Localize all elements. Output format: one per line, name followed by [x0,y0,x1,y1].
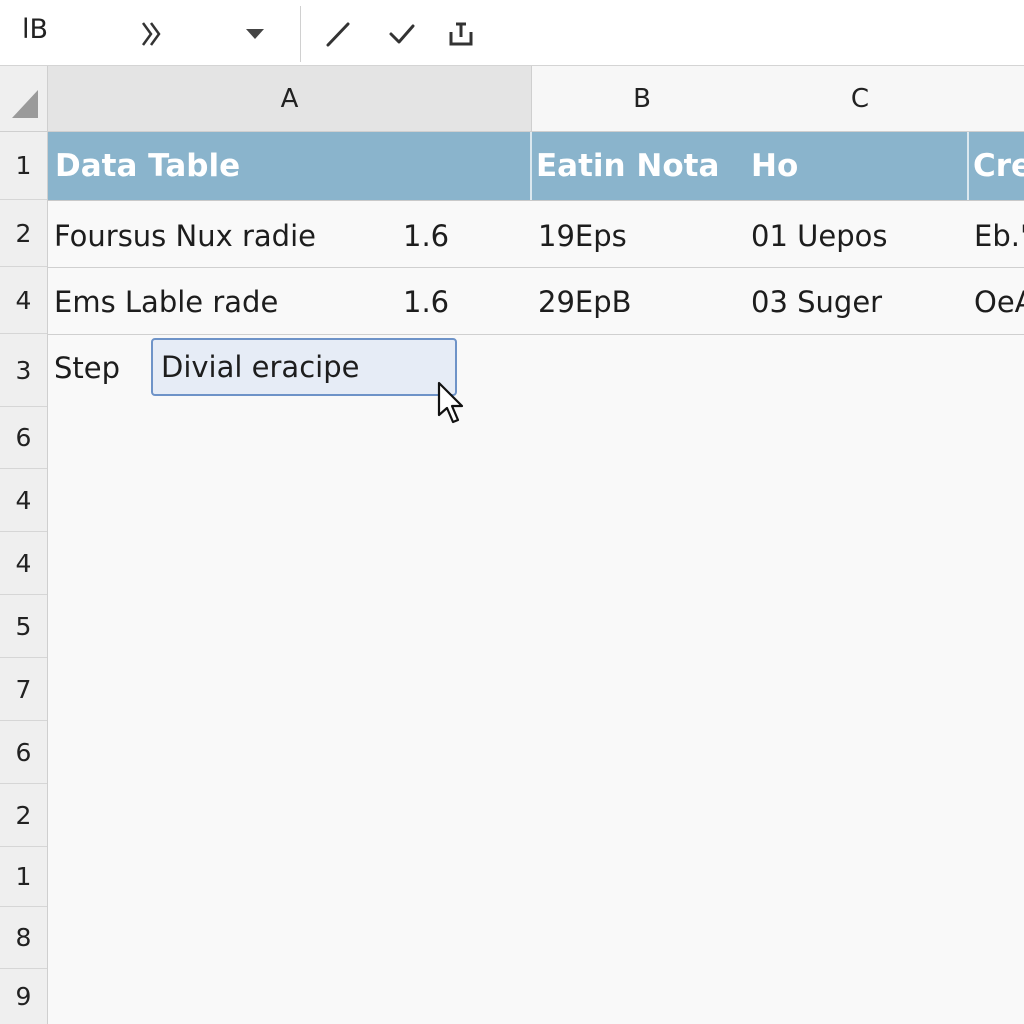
row-header[interactable]: 2 [0,200,47,267]
select-all-triangle-icon [12,90,38,118]
row-header[interactable]: 4 [0,532,47,595]
row-header[interactable]: 2 [0,784,47,847]
step-label: Step [54,351,121,385]
table-cell[interactable]: Foursus Nux radie [54,216,394,256]
row-gridline [48,334,1024,335]
select-all-corner[interactable] [0,66,48,132]
row-header[interactable]: 1 [0,132,47,200]
table-cell[interactable]: 29EpB [538,282,743,322]
table-cell[interactable]: 03 Suger [751,282,961,322]
header-divider [530,132,532,200]
row-header[interactable]: 8 [0,907,47,969]
save-icon[interactable] [447,20,475,48]
table-cell[interactable]: Eb.' [974,216,1024,256]
row-headers: 1 2 4 3 6 4 4 5 7 6 2 1 8 9 [0,132,48,1024]
dropdown-icon[interactable] [244,27,266,41]
table-cell[interactable]: Ems Lable rade [54,282,394,322]
row-header[interactable]: 5 [0,595,47,658]
pencil-icon[interactable] [324,20,352,48]
column-header-a[interactable]: A [48,66,532,132]
mouse-pointer-icon [437,381,464,424]
table-cell[interactable]: 19Eps [538,216,743,256]
row-header[interactable]: 1 [0,847,47,907]
header-cell-c[interactable]: Ho [751,132,961,200]
table-cell[interactable]: 1.6 [403,282,523,322]
table-title-cell[interactable]: Data Table [55,132,525,200]
table-cell[interactable]: 01 Uepos [751,216,961,256]
header-cell-b[interactable]: Eatin Nota [536,132,746,200]
header-cell-d[interactable]: Cre [973,132,1024,200]
toolbar-separator [300,6,301,62]
check-icon[interactable] [388,22,416,46]
row-header[interactable]: 7 [0,658,47,721]
row-header[interactable]: 4 [0,469,47,532]
name-box[interactable]: lB [22,14,48,45]
row-header[interactable]: 3 [0,334,47,407]
row-header[interactable]: 6 [0,721,47,784]
column-header-d[interactable] [968,66,1024,132]
transform-icon[interactable] [138,20,164,48]
row-gridline [48,267,1024,268]
column-header-c[interactable]: C [752,66,968,132]
cell-edit-input[interactable]: Divial eracipe [151,338,457,396]
row-header[interactable]: 9 [0,969,47,1024]
formula-toolbar: lB [0,0,1024,66]
column-header-b[interactable]: B [532,66,752,132]
table-cell[interactable]: OeA [974,282,1024,322]
row-header[interactable]: 4 [0,267,47,334]
table-cell[interactable]: 1.6 [403,216,523,256]
header-divider [967,132,969,200]
row-header[interactable]: 6 [0,407,47,469]
